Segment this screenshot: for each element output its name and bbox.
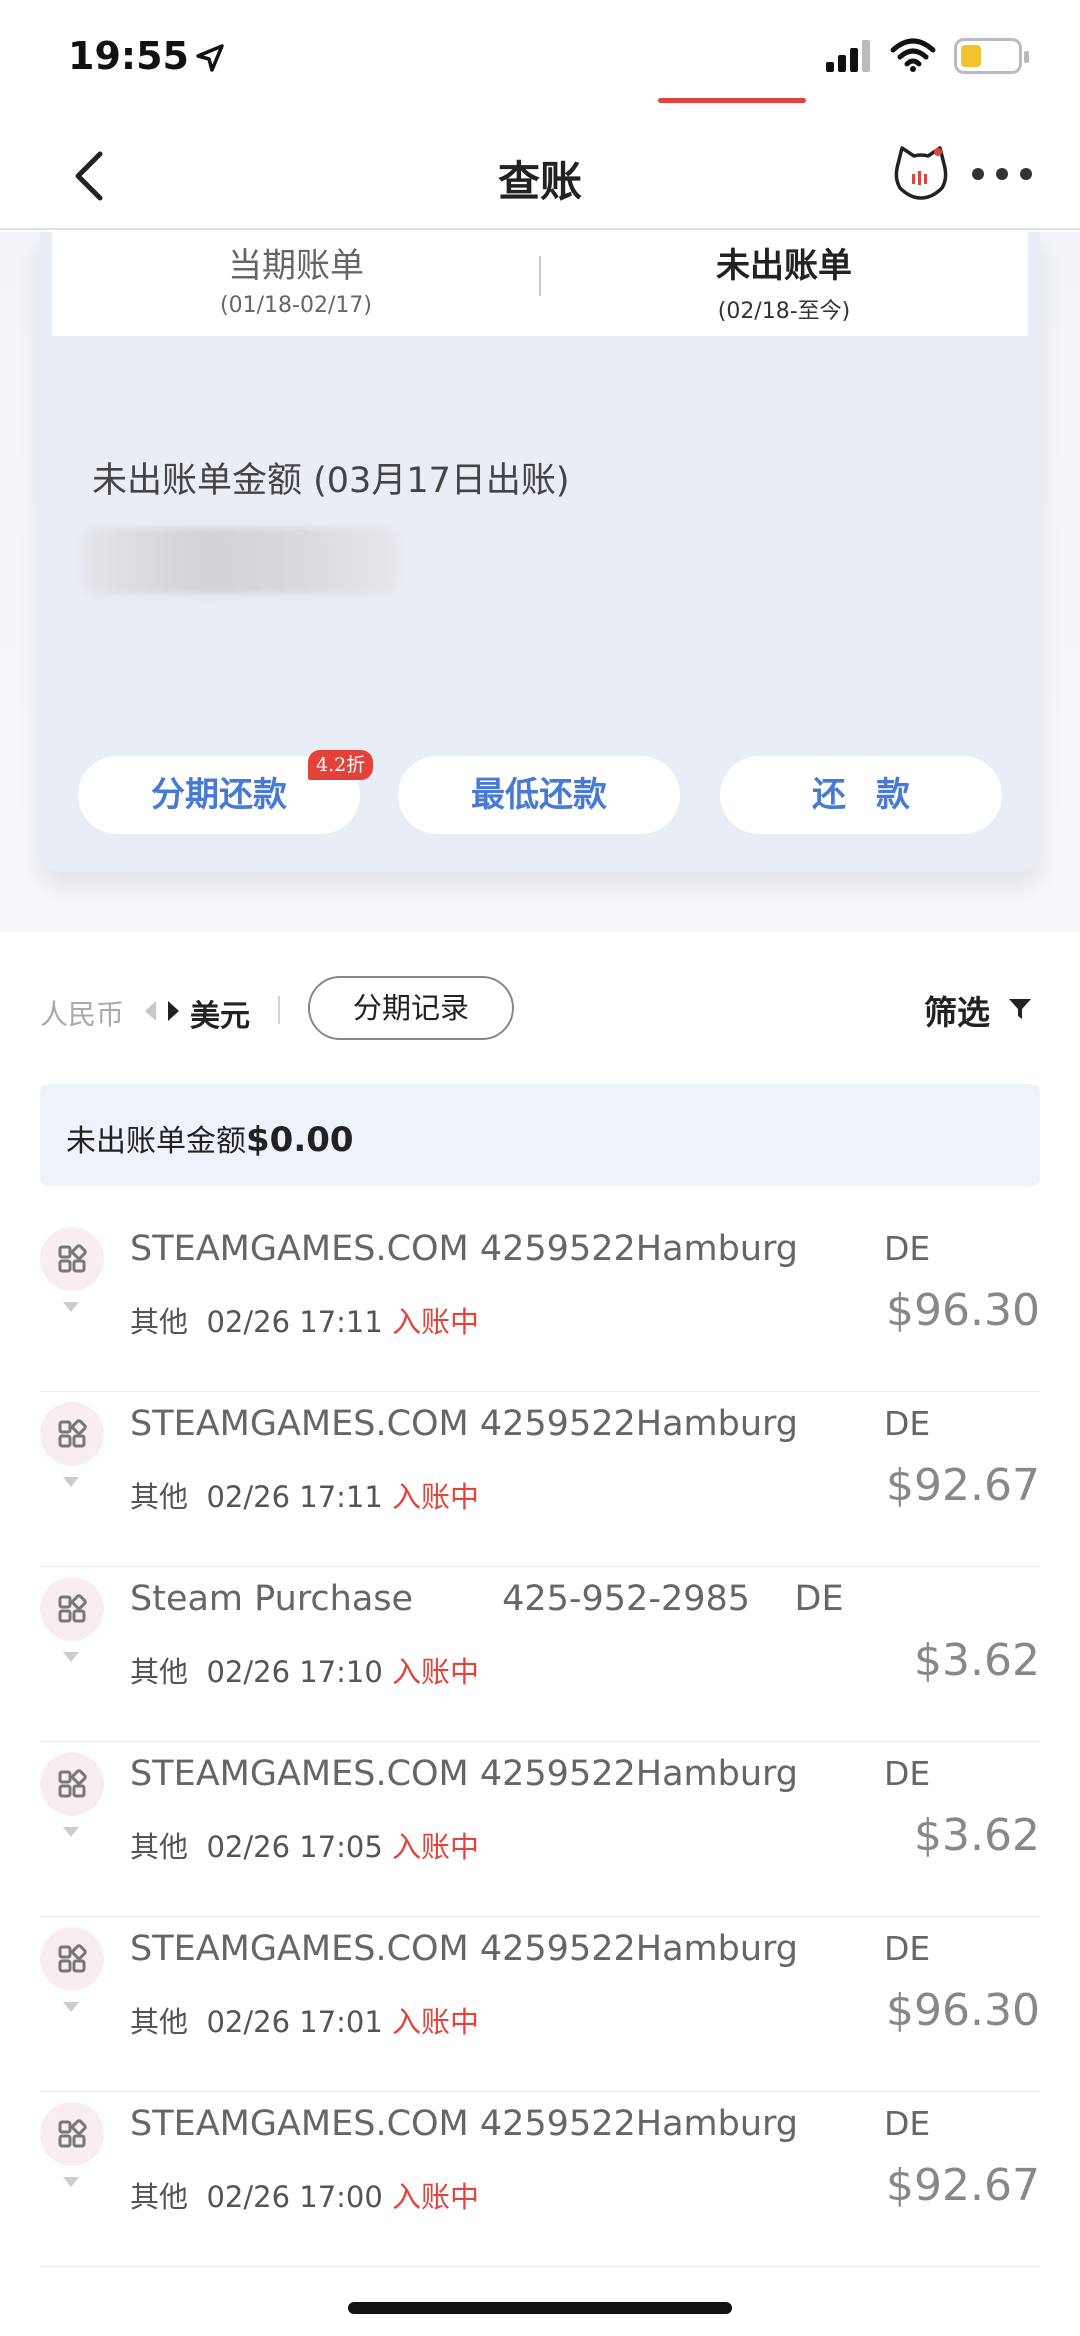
transaction-meta: 其他 02/26 17:05 入账中 — [130, 1824, 479, 1866]
active-tab-indicator — [658, 98, 806, 103]
transaction-amount: $3.62 — [914, 1635, 1040, 1686]
category-icon — [40, 1577, 104, 1641]
transaction-time: 02/26 17:01 — [206, 2005, 383, 2039]
cellular-signal-icon — [826, 40, 870, 72]
category-icon — [40, 1227, 104, 1291]
tab-current-bill[interactable]: 当期账单 (01/18-02/17) — [52, 232, 540, 336]
transaction-row[interactable]: STEAMGAMES.COM 4259522Hamburg DE 其他 02/26 … — [40, 2092, 1040, 2267]
transaction-country: DE — [884, 1404, 931, 1443]
filter-button[interactable]: 筛选 — [924, 986, 990, 1034]
tab-unbilled-label: 未出账单 — [716, 246, 852, 286]
category-icon — [40, 1402, 104, 1466]
transaction-row[interactable]: STEAMGAMES.COM 4259522Hamburg DE 其他 02/26 … — [40, 1392, 1040, 1567]
transaction-row[interactable]: Steam Purchase 425-952-2985 DE 其他 02/26 1… — [40, 1567, 1040, 1742]
transaction-merchant: STEAMGAMES.COM 4259522Hamburg — [130, 1929, 799, 1969]
transaction-time: 02/26 17:11 — [206, 1480, 383, 1514]
transaction-merchant: STEAMGAMES.COM 4259522Hamburg — [130, 1404, 799, 1444]
transaction-amount: $3.62 — [914, 1810, 1040, 1861]
transaction-status: 入账中 — [392, 2005, 480, 2039]
unbilled-total-label: 未出账单金额$0.00 — [66, 1120, 354, 1160]
expand-chevron-icon[interactable] — [62, 1476, 80, 1488]
currency-separator — [278, 996, 280, 1024]
wifi-icon — [890, 38, 936, 72]
transaction-merchant: STEAMGAMES.COM 4259522Hamburg — [130, 1754, 799, 1794]
cat-assistant-icon[interactable] — [892, 144, 950, 202]
transaction-country: DE — [884, 2104, 931, 2143]
transaction-row[interactable]: STEAMGAMES.COM 4259522Hamburg DE 其他 02/26 … — [40, 1217, 1040, 1392]
transaction-category: 其他 — [130, 1655, 189, 1689]
home-indicator — [348, 2302, 732, 2314]
transaction-meta: 其他 02/26 17:10 入账中 — [130, 1649, 479, 1691]
transaction-category: 其他 — [130, 1305, 189, 1339]
transaction-time: 02/26 17:00 — [206, 2180, 383, 2214]
transaction-amount: $92.67 — [886, 1460, 1040, 1511]
category-icon — [40, 1927, 104, 1991]
installment-records-button[interactable]: 分期记录 — [308, 976, 514, 1040]
transaction-merchant: STEAMGAMES.COM 4259522Hamburg — [130, 1229, 799, 1269]
transaction-merchant: Steam Purchase 425-952-2985 DE — [130, 1579, 844, 1619]
tab-unbilled-range: (02/18-至今) — [717, 299, 851, 324]
transaction-status: 入账中 — [392, 1655, 480, 1689]
transaction-meta: 其他 02/26 17:01 入账中 — [130, 1999, 479, 2041]
unbilled-amount-label: 未出账单金额 (03月17日出账) — [92, 461, 570, 501]
blurred-amount — [84, 528, 396, 594]
transaction-amount: $92.67 — [886, 2160, 1040, 2211]
tab-unbilled[interactable]: 未出账单 (02/18-至今) — [540, 232, 1028, 336]
transaction-amount: $96.30 — [886, 1985, 1040, 2036]
transaction-time: 02/26 17:11 — [206, 1305, 383, 1339]
transaction-meta: 其他 02/26 17:00 入账中 — [130, 2174, 479, 2216]
status-bar: 19:55 — [0, 0, 1080, 120]
transaction-category: 其他 — [130, 2005, 189, 2039]
more-options-icon[interactable] — [972, 168, 1032, 182]
transaction-meta: 其他 02/26 17:11 入账中 — [130, 1474, 479, 1516]
currency-usd[interactable]: 美元 — [190, 991, 250, 1035]
tab-current-bill-label: 当期账单 — [228, 246, 364, 286]
transaction-country: DE — [884, 1754, 931, 1793]
transaction-category: 其他 — [130, 1480, 189, 1514]
transaction-amount: $96.30 — [886, 1285, 1040, 1336]
discount-badge: 4.2折 — [308, 750, 374, 780]
transaction-time: 02/26 17:05 — [206, 1830, 383, 1864]
category-icon — [40, 1752, 104, 1816]
currency-toggle-icon[interactable] — [142, 998, 182, 1024]
battery-icon — [954, 38, 1029, 74]
expand-chevron-icon[interactable] — [62, 2001, 80, 2013]
expand-chevron-icon[interactable] — [62, 2176, 80, 2188]
location-arrow-icon — [196, 44, 224, 72]
transaction-status: 入账中 — [392, 2180, 480, 2214]
unbilled-total-value: $0.00 — [246, 1120, 354, 1160]
expand-chevron-icon[interactable] — [62, 1301, 80, 1313]
transaction-status: 入账中 — [392, 1480, 480, 1514]
nav-bar: 查账 — [0, 120, 1080, 230]
expand-chevron-icon[interactable] — [62, 1826, 80, 1838]
transaction-meta: 其他 02/26 17:11 入账中 — [130, 1299, 479, 1341]
transaction-merchant: STEAMGAMES.COM 4259522Hamburg — [130, 2104, 799, 2144]
bill-tabs: 当期账单 (01/18-02/17) 未出账单 (02/18-至今) — [52, 232, 1028, 336]
transaction-country: DE — [884, 1229, 931, 1268]
minimum-repay-button[interactable]: 最低还款 — [398, 756, 680, 834]
transaction-row[interactable]: STEAMGAMES.COM 4259522Hamburg DE 其他 02/26 … — [40, 1742, 1040, 1917]
expand-chevron-icon[interactable] — [62, 1651, 80, 1663]
repay-button[interactable]: 还款 — [720, 756, 1002, 834]
status-time: 19:55 — [68, 34, 189, 78]
transaction-category: 其他 — [130, 1830, 189, 1864]
currency-rmb[interactable]: 人民币 — [40, 993, 124, 1033]
transaction-category: 其他 — [130, 2180, 189, 2214]
transaction-time: 02/26 17:10 — [206, 1655, 383, 1689]
transaction-row[interactable]: STEAMGAMES.COM 4259522Hamburg DE 其他 02/26 … — [40, 1917, 1040, 2092]
transaction-status: 入账中 — [392, 1305, 480, 1339]
transaction-country: DE — [884, 1929, 931, 1968]
transaction-status: 入账中 — [392, 1830, 480, 1864]
category-icon — [40, 2102, 104, 2166]
unbilled-total-box: 未出账单金额$0.00 — [40, 1084, 1040, 1186]
tab-current-bill-range: (01/18-02/17) — [220, 293, 372, 318]
filter-funnel-icon[interactable] — [1008, 998, 1032, 1020]
